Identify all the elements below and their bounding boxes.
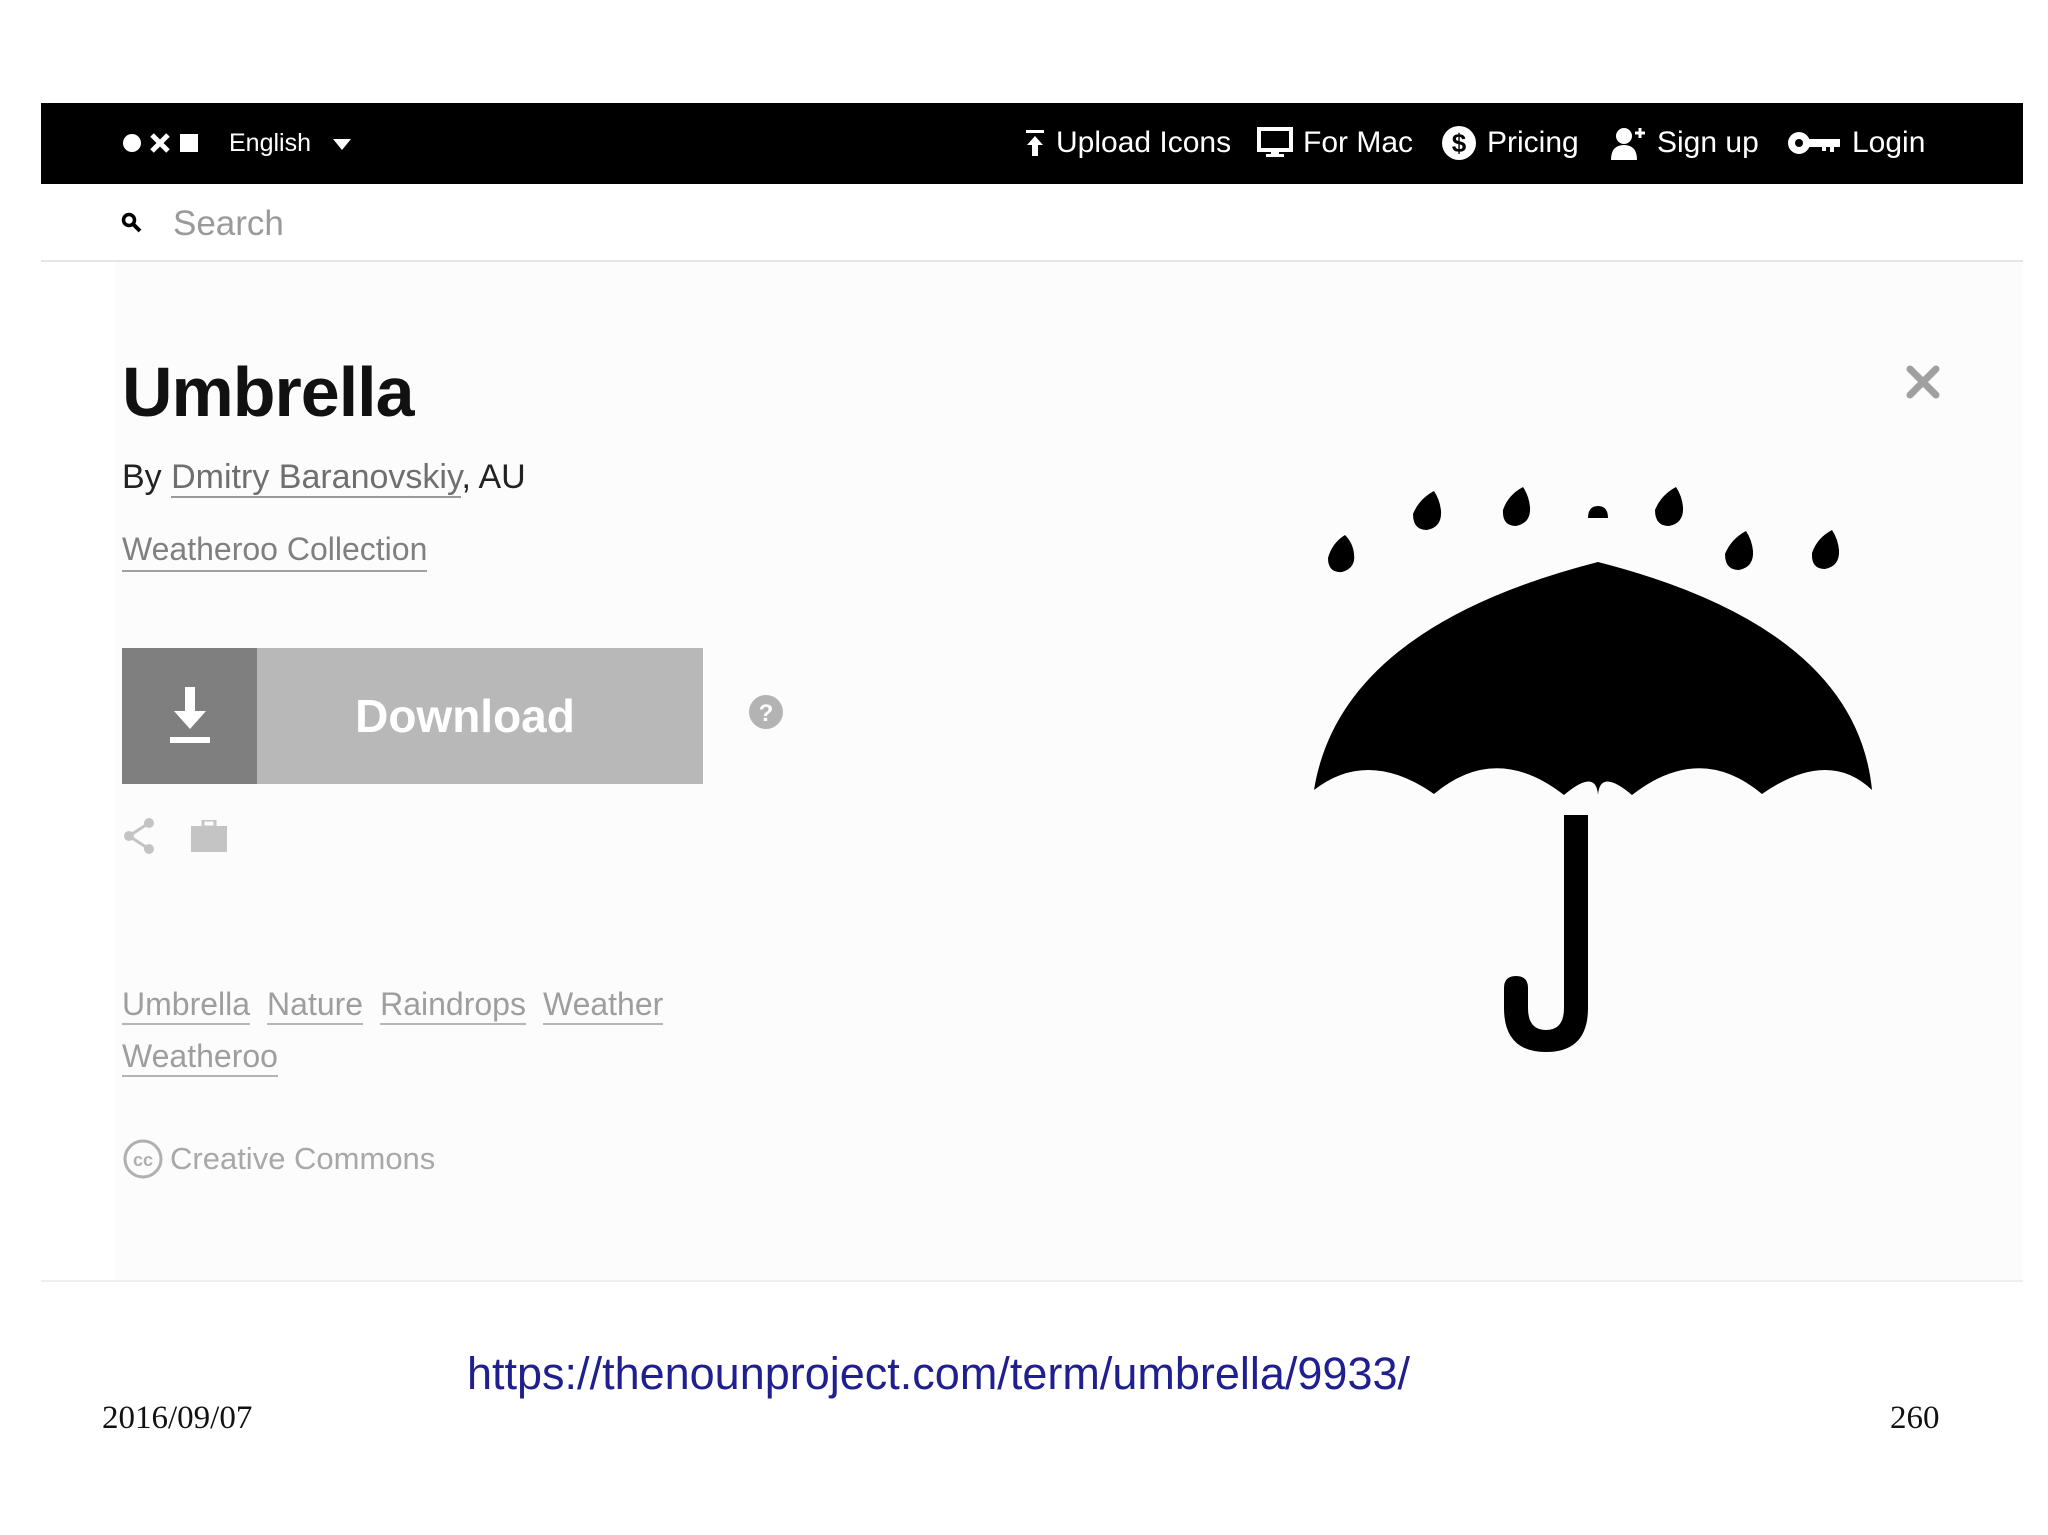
- by-prefix: By: [122, 458, 172, 496]
- tag-link[interactable]: Weatheroo: [122, 1038, 278, 1077]
- tag-link[interactable]: Umbrella: [122, 986, 251, 1025]
- close-icon[interactable]: [1906, 365, 1940, 399]
- tag-list: Umbrella Nature Raindrops Weather Weatheroo: [122, 978, 682, 1082]
- svg-text:$: $: [1452, 128, 1467, 158]
- upload-icons-label: Upload Icons: [1056, 126, 1232, 159]
- language-label: English: [229, 129, 311, 157]
- page-number: 260: [1890, 1400, 1940, 1436]
- download-icon-box: [122, 648, 257, 784]
- share-icon[interactable]: [123, 817, 155, 855]
- creative-commons-icon: cc: [123, 1139, 163, 1179]
- author-location: , AU: [461, 458, 526, 496]
- svg-text:cc: cc: [133, 1150, 153, 1170]
- license-info[interactable]: cc Creative Commons: [122, 1138, 435, 1180]
- icon-title: Umbrella: [122, 353, 415, 431]
- slide-date: 2016/09/07: [102, 1400, 253, 1436]
- pricing-link[interactable]: $ Pricing: [1441, 123, 1579, 163]
- for-mac-link[interactable]: For Mac: [1257, 123, 1413, 163]
- footer-divider: [41, 1280, 2023, 1282]
- upload-icons-link[interactable]: Upload Icons: [1024, 123, 1231, 163]
- upload-icon: [1026, 130, 1044, 156]
- tag-link[interactable]: Weather: [542, 986, 664, 1025]
- help-icon[interactable]: ?: [748, 694, 784, 730]
- logo-icon[interactable]: [122, 131, 200, 155]
- language-selector[interactable]: English: [229, 129, 351, 158]
- monitor-icon: [1257, 127, 1293, 157]
- tag-link[interactable]: Nature: [267, 986, 364, 1025]
- pricing-label: Pricing: [1487, 126, 1579, 159]
- author-line: By Dmitry Baranovskiy, AU: [122, 458, 526, 498]
- download-button[interactable]: Download: [122, 648, 703, 784]
- source-url-link[interactable]: https://thenounproject.com/term/umbrella…: [467, 1348, 1410, 1400]
- author-link[interactable]: Dmitry Baranovskiy: [171, 458, 462, 498]
- add-user-icon: [1611, 128, 1645, 160]
- download-label: Download: [257, 648, 703, 784]
- briefcase-icon[interactable]: [191, 820, 227, 852]
- dollar-icon: $: [1442, 126, 1476, 160]
- search-input[interactable]: [168, 201, 878, 247]
- license-label: Creative Commons: [170, 1141, 436, 1176]
- login-label: Login: [1852, 126, 1926, 159]
- search-icon: [121, 212, 142, 233]
- umbrella-icon: [1314, 487, 1872, 1052]
- svg-text:?: ?: [759, 700, 774, 727]
- tag-link[interactable]: Raindrops: [380, 986, 526, 1025]
- sign-up-link[interactable]: Sign up: [1611, 123, 1759, 163]
- sign-up-label: Sign up: [1657, 126, 1759, 159]
- for-mac-label: For Mac: [1303, 126, 1414, 159]
- login-link[interactable]: Login: [1786, 123, 1925, 163]
- download-arrow-icon: [169, 687, 210, 743]
- caret-down-icon: [333, 138, 351, 150]
- collection-link[interactable]: Weatheroo Collection: [122, 531, 428, 572]
- key-icon: [1788, 132, 1840, 154]
